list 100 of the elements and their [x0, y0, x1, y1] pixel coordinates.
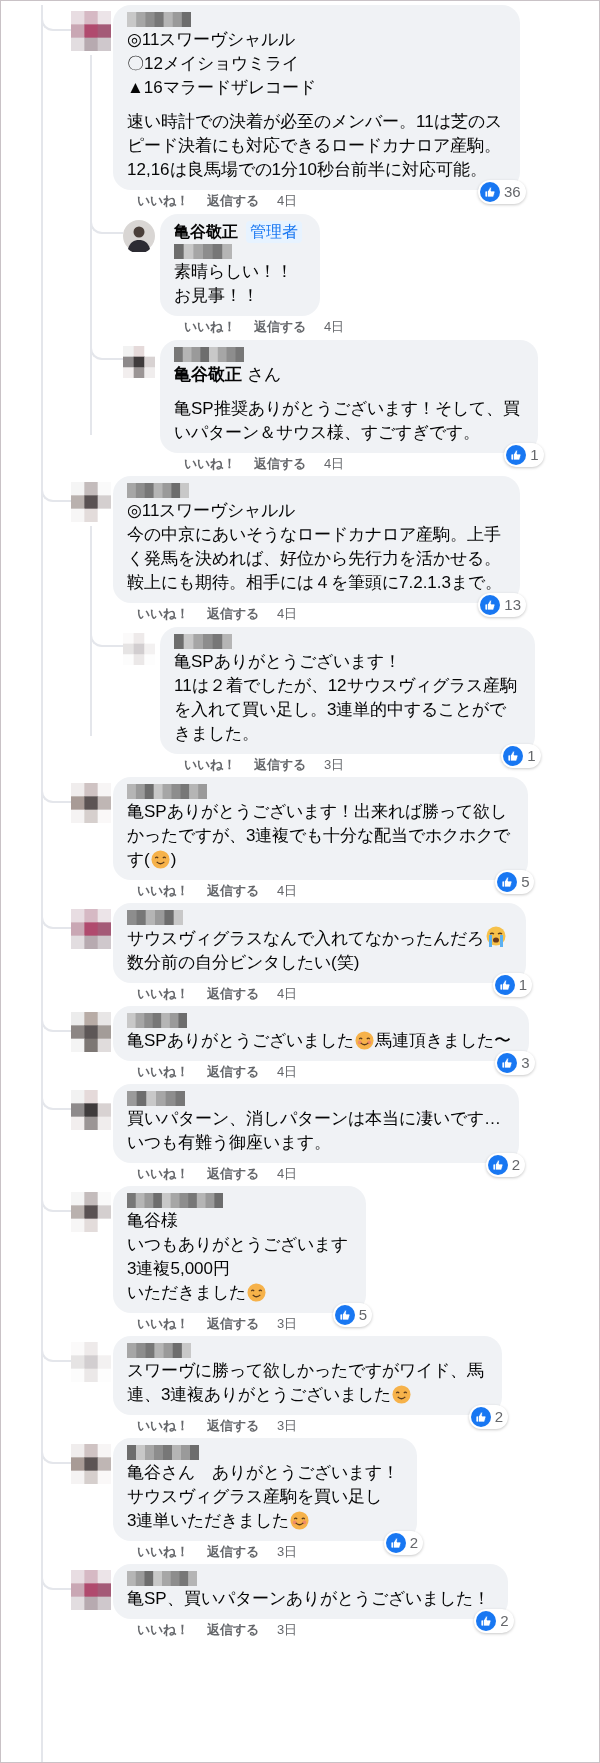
reply-link[interactable]: 返信する: [254, 318, 306, 336]
blurred-name-icon: [127, 1343, 191, 1358]
comment-text: 亀SPありがとうございます！ 11は２着でしたが、12サウスヴィグラス産駒 を入れて買い足し。3連単的中することがで きました。: [174, 651, 517, 745]
reply-link[interactable]: 返信する: [207, 1543, 259, 1561]
reaction-count[interactable]: 1: [504, 443, 544, 467]
reply-link[interactable]: 返信する: [207, 1315, 259, 1333]
comment-time[interactable]: 4日: [324, 318, 345, 336]
blurred-name-icon: [127, 1571, 197, 1586]
like-link[interactable]: いいね！: [137, 1543, 189, 1561]
comment-time[interactable]: 3日: [277, 1543, 298, 1561]
like-link[interactable]: いいね！: [137, 192, 189, 210]
reply-link[interactable]: 返信する: [207, 985, 259, 1003]
like-link[interactable]: いいね！: [184, 756, 236, 774]
reply-link[interactable]: 返信する: [207, 1621, 259, 1639]
reaction-count[interactable]: 2: [485, 1153, 525, 1177]
smiling-face-icon: [354, 1031, 374, 1050]
like-link[interactable]: いいね！: [137, 985, 189, 1003]
blurred-name-icon: [174, 347, 244, 362]
blurred-name-icon: [127, 910, 183, 925]
comment-text: 亀SPありがとうございます！出来れば勝って欲し: [127, 802, 507, 821]
like-link[interactable]: いいね！: [184, 455, 236, 473]
comment-text: いただきました: [127, 1283, 246, 1302]
comment-text: 亀谷さん ありがとうございます！: [127, 1463, 399, 1482]
reaction-count[interactable]: 1: [492, 973, 532, 997]
like-link[interactable]: いいね！: [137, 605, 189, 623]
reaction-count[interactable]: 3: [495, 1051, 535, 1075]
comment-text: 亀谷様: [127, 1211, 178, 1230]
reply-link[interactable]: 返信する: [207, 882, 259, 900]
comment-time[interactable]: 4日: [277, 985, 298, 1003]
like-icon: [470, 1407, 491, 1427]
reply-link[interactable]: 返信する: [207, 1063, 259, 1081]
reaction-count[interactable]: 2: [474, 1609, 514, 1633]
reaction-count[interactable]: 2: [468, 1405, 508, 1429]
comment-text: かったですが、3連複でも十分な配当でホクホクで: [127, 826, 511, 845]
comment-time[interactable]: 3日: [277, 1417, 298, 1435]
smiling-face-icon: [290, 1511, 310, 1530]
like-icon: [480, 595, 501, 615]
blurred-name-icon: [127, 12, 191, 27]
blurred-name-icon: [127, 483, 189, 498]
avatar-icon: [123, 220, 155, 252]
reply-link[interactable]: 返信する: [254, 756, 306, 774]
like-link[interactable]: いいね！: [137, 1063, 189, 1081]
like-link[interactable]: いいね！: [137, 1417, 189, 1435]
like-icon: [494, 975, 515, 995]
like-icon: [497, 872, 518, 892]
comment-text: 3連単いただきました: [127, 1511, 290, 1530]
comment-time[interactable]: 4日: [324, 455, 345, 473]
comment-text: 馬連頂きました〜: [374, 1031, 511, 1050]
blurred-name-icon: [127, 1445, 199, 1460]
comment-time[interactable]: 3日: [324, 756, 345, 774]
blurred-name-icon: [127, 1193, 223, 1208]
author-name[interactable]: 亀谷敬正: [174, 221, 238, 243]
reply-link[interactable]: 返信する: [254, 455, 306, 473]
like-icon: [497, 1053, 518, 1073]
like-link[interactable]: いいね！: [137, 1621, 189, 1639]
like-icon: [476, 1611, 497, 1631]
comment-text: 速い時計での決着が必至のメンバー。11は芝のス ピード決着にも対応できるロードカナロア産駒。 12,16は良馬場での1分10秒台前半に対応可能。: [127, 111, 502, 181]
comment-text: 亀SPありがとうございました: [127, 1031, 354, 1050]
comment-text: 連、3連複ありがとうございました: [127, 1385, 392, 1404]
comment-text: サウスヴィグラス産駒を買い足し: [127, 1487, 382, 1506]
comment-text: 数分前の自分ビンタしたい(笑): [127, 953, 360, 972]
smiling-face-icon: [247, 1283, 266, 1302]
admin-badge: 管理者: [246, 221, 302, 243]
reply-link[interactable]: 返信する: [207, 605, 259, 623]
comment-time[interactable]: 4日: [277, 882, 298, 900]
like-icon: [503, 746, 524, 766]
comment-time[interactable]: 4日: [277, 605, 298, 623]
comment-text: 3連複5,000円: [127, 1259, 230, 1278]
reply-link[interactable]: 返信する: [207, 1165, 259, 1183]
comment-text: ◎11スワーヴシャルル 〇12メイショウミライ ▲16マラードザレコード: [127, 29, 317, 99]
comment-text: ◎11スワーヴシャルル 今の中京にあいそうなロードカナロア産駒。上手 く発馬を決めれば、好位から先行力を活かせる。 鞍上にも期待。相手には４を筆頭に7.2.1.3まで。: [127, 500, 502, 594]
comment-text: 亀谷敬正 さん: [174, 364, 282, 386]
smiling-face-icon: [150, 850, 170, 869]
comment-time[interactable]: 4日: [277, 1063, 298, 1081]
like-link[interactable]: いいね！: [184, 318, 236, 336]
comment-text: いつもありがとうございます: [127, 1235, 348, 1254]
reaction-count[interactable]: 1: [501, 744, 541, 768]
reaction-count[interactable]: 5: [495, 870, 535, 894]
like-link[interactable]: いいね！: [137, 1315, 189, 1333]
comment-text: 買いパターン、消しパターンは本当に凄いです… いつも有難う御座います。: [127, 1108, 501, 1154]
reply-link[interactable]: 返信する: [207, 192, 259, 210]
reaction-count[interactable]: 2: [383, 1531, 423, 1555]
reaction-count[interactable]: 13: [478, 593, 526, 617]
like-icon: [385, 1533, 406, 1553]
like-link[interactable]: いいね！: [137, 1165, 189, 1183]
comment-text: 素晴らしい！！ お見事！！: [174, 261, 294, 307]
like-icon: [334, 1305, 355, 1325]
comment-time[interactable]: 3日: [277, 1621, 298, 1639]
smiling-face-icon: [392, 1385, 412, 1404]
like-icon: [487, 1155, 508, 1175]
reaction-count[interactable]: 36: [477, 180, 526, 204]
comment-time[interactable]: 4日: [277, 192, 298, 210]
reaction-count[interactable]: 5: [332, 1303, 372, 1327]
like-link[interactable]: いいね！: [137, 882, 189, 900]
comment-text: 亀SP、買いパターンありがとうございました！: [127, 1588, 490, 1610]
comment-time[interactable]: 4日: [277, 1165, 298, 1183]
comment-text: 亀SP推奨ありがとうございます！そして、買 いパターン＆サウス様、すごすぎです。: [174, 398, 520, 444]
comment-time[interactable]: 3日: [277, 1315, 298, 1333]
reply-link[interactable]: 返信する: [207, 1417, 259, 1435]
blurred-name-icon: [127, 784, 207, 799]
